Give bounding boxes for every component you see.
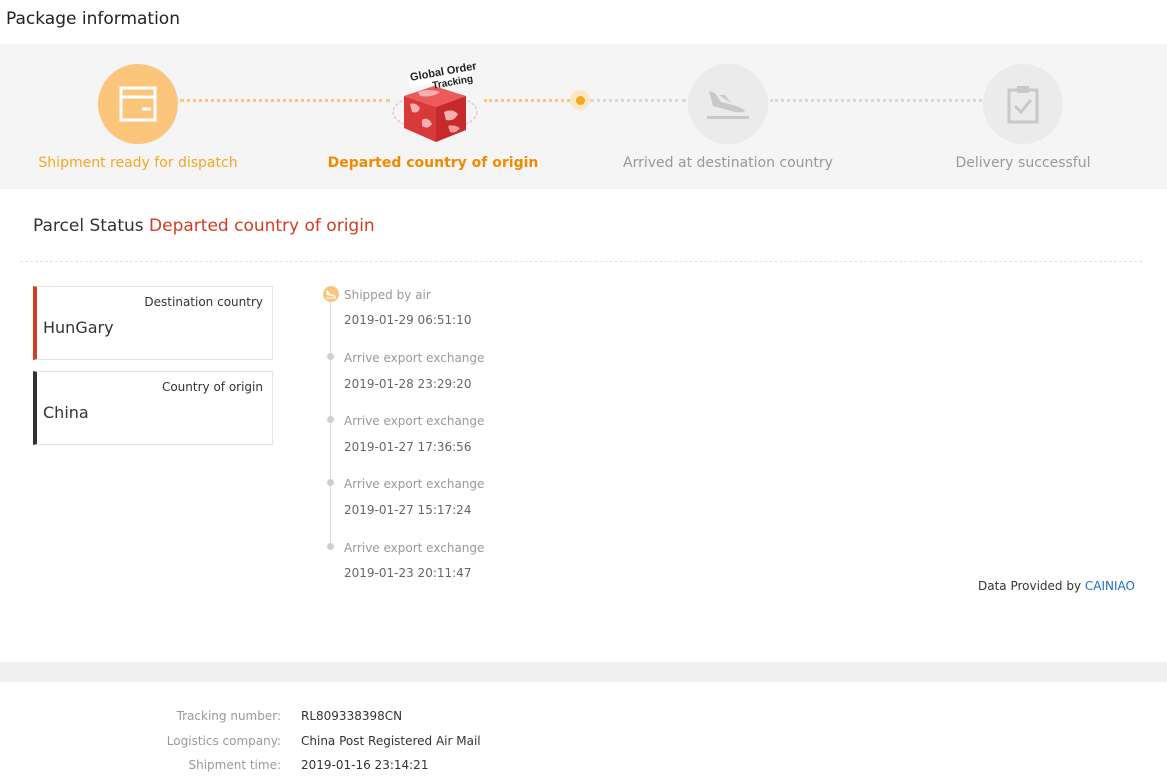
event-time: 2019-01-23 20:11:47 <box>344 566 472 580</box>
airplane-icon <box>326 290 336 299</box>
section-divider <box>20 261 1142 262</box>
destination-country-card: Destination country HunGary <box>33 286 273 360</box>
step-label-shipment-ready: Shipment ready for dispatch <box>38 155 238 171</box>
destination-country-title: Destination country <box>144 295 263 309</box>
event-title: Arrive export exchange <box>344 477 485 491</box>
logistics-company-value: China Post Registered Air Mail <box>301 734 481 748</box>
package-box-icon <box>119 86 157 122</box>
origin-country-value: China <box>43 403 89 422</box>
shipped-by-air-icon <box>323 286 339 302</box>
clipboard-check-icon <box>1007 86 1039 124</box>
timeline-dot <box>327 543 334 550</box>
parcel-status-label: Parcel Status <box>33 216 144 236</box>
origin-country-card: Country of origin China <box>33 371 273 445</box>
progress-connector-done <box>484 99 576 102</box>
progress-connector-done <box>180 99 390 102</box>
tracking-number-value: RL809338398CN <box>301 709 403 723</box>
progress-connector-pending <box>770 99 982 102</box>
tracking-number-label: Tracking number: <box>176 709 281 723</box>
destination-country-value: HunGary <box>43 318 114 337</box>
event-title: Arrive export exchange <box>344 414 485 428</box>
event-time: 2019-01-29 06:51:10 <box>344 313 472 327</box>
page-title: Package information <box>6 9 180 29</box>
progress-connector-pending <box>590 99 686 102</box>
step-label-delivery-successful: Delivery successful <box>955 155 1091 171</box>
data-provider-credit: Data Provided by CAINIAO <box>978 579 1135 593</box>
event-time: 2019-01-27 15:17:24 <box>344 503 472 517</box>
shipment-time-label: Shipment time: <box>188 758 281 772</box>
step-label-arrived-destination: Arrived at destination country <box>623 155 833 171</box>
step-delivery-successful <box>983 64 1063 144</box>
current-position-marker <box>576 96 585 105</box>
timeline-dot <box>327 353 334 360</box>
timeline-dot <box>327 416 334 423</box>
cainiao-link[interactable]: CAINIAO <box>1085 579 1135 593</box>
airplane-landing-icon <box>707 91 749 119</box>
parcel-status: Parcel Status Departed country of origin <box>33 216 375 236</box>
global-order-tracking-box-icon: Global Order Tracking <box>392 60 478 142</box>
section-band <box>0 662 1167 682</box>
step-label-departed-origin: Departed country of origin <box>327 155 539 171</box>
shipment-time-value: 2019-01-16 23:14:21 <box>301 758 429 772</box>
event-time: 2019-01-28 23:29:20 <box>344 377 472 391</box>
event-title: Arrive export exchange <box>344 351 485 365</box>
timeline-dot <box>327 479 334 486</box>
logistics-company-label: Logistics company: <box>166 734 281 748</box>
event-time: 2019-01-27 17:36:56 <box>344 440 472 454</box>
origin-country-title: Country of origin <box>161 380 263 394</box>
step-arrived-destination <box>688 64 768 144</box>
event-title: Arrive export exchange <box>344 541 485 555</box>
credit-prefix: Data Provided by <box>977 579 1082 593</box>
event-title: Shipped by air <box>344 288 431 302</box>
tracking-progress-bar: Global Order Tracking Shipment ready for… <box>0 44 1167 189</box>
step-shipment-ready <box>98 64 178 144</box>
parcel-status-value: Departed country of origin <box>149 216 375 236</box>
